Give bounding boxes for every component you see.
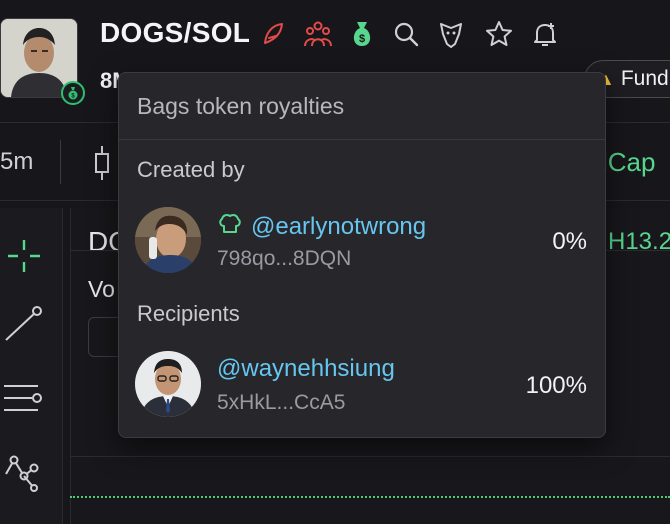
trend-line-icon[interactable] [0, 300, 48, 348]
chef-hat-icon [217, 211, 243, 242]
price-line [70, 496, 670, 498]
recipient-avatar[interactable] [135, 351, 201, 417]
creator-percent: 0% [552, 228, 587, 255]
recipient-handle[interactable]: @waynehhsiung [217, 355, 395, 383]
created-by-label: Created by [137, 157, 245, 182]
chart-volume-label: Vo [88, 276, 115, 302]
chart-grid-line [70, 456, 670, 457]
eagle-icon[interactable] [436, 19, 466, 49]
recipient-handle-row: @waynehhsiung [217, 355, 395, 383]
crosshair-icon[interactable] [0, 232, 48, 280]
search-icon[interactable] [391, 19, 421, 49]
money-bag-icon[interactable]: $ [347, 19, 377, 49]
money-bag-badge-icon: $ [61, 81, 85, 105]
creator-address[interactable]: 798qo...8DQN [217, 247, 351, 271]
creator-avatar[interactable] [135, 207, 201, 273]
royalties-popover: Bags token royalties Created by @earlyno… [118, 72, 606, 438]
creator-handle[interactable]: @earlynotwrong [251, 213, 426, 241]
star-icon[interactable] [484, 19, 514, 49]
recipients-label: Recipients [137, 301, 240, 326]
community-icon[interactable] [303, 19, 333, 49]
creator-handle-row: @earlynotwrong [217, 211, 426, 242]
recipient-address[interactable]: 5xHkL...CcA5 [217, 391, 345, 415]
toolbar-separator [60, 140, 61, 184]
pair-title: DOGS/SOL [100, 17, 251, 48]
svg-text:$: $ [359, 33, 365, 45]
popover-title: Bags token royalties [137, 93, 345, 119]
pattern-icon[interactable] [0, 446, 48, 494]
feather-icon[interactable] [258, 19, 288, 49]
candlestick-icon[interactable] [92, 146, 112, 185]
alert-bell-icon[interactable] [530, 19, 560, 49]
marketcap-toggle[interactable]: lCap [602, 147, 655, 178]
interval-selector[interactable]: 5m [0, 148, 33, 176]
chart-high-value: H13.2K [608, 228, 670, 255]
recipient-percent: 100% [525, 372, 587, 399]
fund-label: Fund [620, 67, 669, 90]
fib-lines-icon[interactable] [0, 374, 48, 422]
popover-divider [119, 139, 605, 140]
